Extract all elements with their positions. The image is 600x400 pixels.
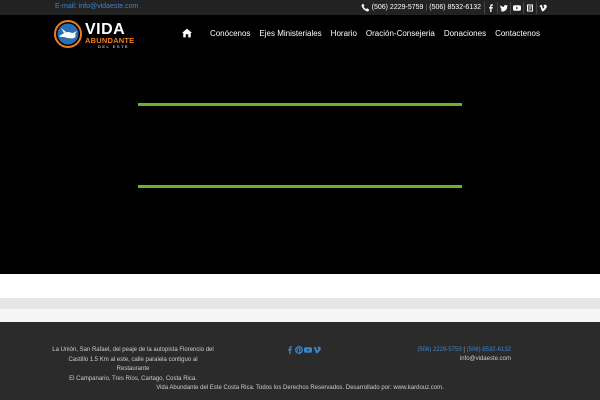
nav-item-ejes-ministeriales[interactable]: Ejes Ministeriales xyxy=(259,29,321,38)
top-email-link[interactable]: E-mail: info@vidaeste.com xyxy=(55,3,138,10)
site-footer: La Unión, San Rafael, del peaje de la au… xyxy=(0,322,600,400)
footer-social-links xyxy=(286,346,322,354)
top-phone-2: (506) 8532-6132 xyxy=(429,4,481,11)
hero-section xyxy=(0,52,600,274)
footer-contact: (506) 2229-5759 | (506) 8532-6132 info@v… xyxy=(417,346,511,364)
address-line: La Unión, San Rafael, del peaje de la au… xyxy=(52,347,214,353)
facebook-icon[interactable] xyxy=(286,346,294,354)
site-header: VIDA ABUNDANTE DEL ESTE Conócenos Ejes M… xyxy=(0,15,600,52)
footer-email: info@vidaeste.com xyxy=(459,356,511,362)
facebook-icon[interactable] xyxy=(484,1,496,14)
content-spacer xyxy=(0,274,600,301)
footer-address: La Unión, San Rafael, del peaje de la au… xyxy=(52,346,214,384)
light-divider xyxy=(0,309,600,322)
blog-icon[interactable] xyxy=(523,1,535,14)
home-icon[interactable] xyxy=(181,28,192,38)
address-line: El Campanario, Tres Ríos, Cartago, Costa… xyxy=(69,375,197,382)
nav-item-conocenos[interactable]: Conócenos xyxy=(210,29,250,38)
footer-copyright: Vida Abundante del Este Costa Rica. Todo… xyxy=(156,385,444,391)
nav-item-oracion-consejeria[interactable]: Oración-Consejeria xyxy=(366,29,435,38)
gray-divider xyxy=(0,298,600,309)
top-social-links xyxy=(483,1,548,14)
twitter-icon[interactable] xyxy=(497,1,509,14)
dove-logo-icon xyxy=(53,19,83,49)
footer-separator: | xyxy=(463,347,465,353)
logo-word-del-este: DEL ESTE xyxy=(98,44,130,49)
pinterest-icon[interactable] xyxy=(295,346,303,354)
phone-icon xyxy=(361,3,370,12)
nav-item-donaciones[interactable]: Donaciones xyxy=(444,29,486,38)
top-phone-1: (506) 2229-5759 xyxy=(371,4,424,11)
vimeo-icon[interactable] xyxy=(313,346,321,354)
main-nav: Conócenos Ejes Ministeriales Horario Ora… xyxy=(181,28,540,38)
address-line: Castillo 1.5 Km al este, calle paralela … xyxy=(68,356,198,373)
hero-divider-top xyxy=(138,103,462,106)
hero-divider-bottom xyxy=(138,185,462,188)
footer-phone-1[interactable]: (506) 2229-5759 xyxy=(417,347,461,353)
vimeo-icon[interactable] xyxy=(536,1,548,14)
top-separator: | xyxy=(425,4,428,11)
site-logo[interactable]: VIDA ABUNDANTE DEL ESTE xyxy=(53,15,134,51)
footer-phone-2[interactable]: (506) 8532-6132 xyxy=(467,347,511,353)
top-contact: (506) 2229-5759 | (506) 8532-6132 xyxy=(361,1,548,14)
nav-item-horario[interactable]: Horario xyxy=(331,29,357,38)
top-bar: E-mail: info@vidaeste.com (506) 2229-575… xyxy=(0,0,600,15)
youtube-icon[interactable] xyxy=(304,346,312,354)
youtube-icon[interactable] xyxy=(510,1,522,14)
nav-item-contactenos[interactable]: Contactenos xyxy=(495,29,540,38)
